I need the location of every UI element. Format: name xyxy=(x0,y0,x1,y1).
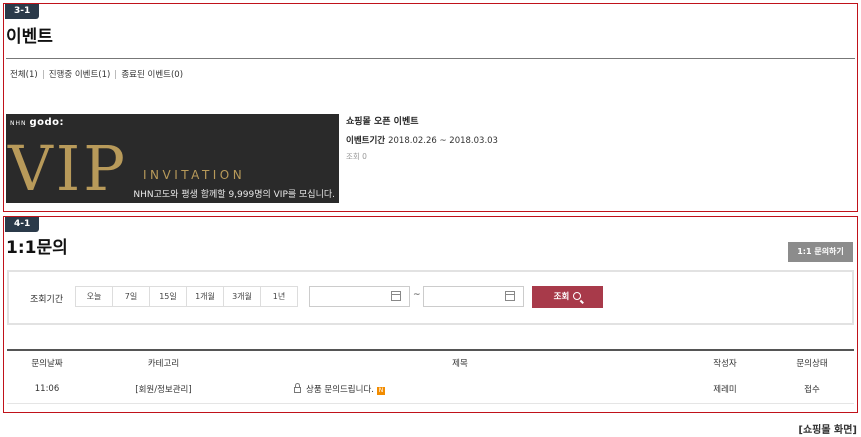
event-views: 조회 0 xyxy=(346,152,367,161)
title-divider xyxy=(6,58,855,59)
row-category: [회원/정보관리] xyxy=(135,384,192,395)
search-panel: 조회기간 오늘 7일 15일 1개월 3개월 1년 ~ 조회 xyxy=(7,270,854,325)
filter-ended[interactable]: 종료된 이벤트(0) xyxy=(121,68,183,80)
search-period-label: 조회기간 xyxy=(30,295,64,305)
calendar-icon[interactable] xyxy=(505,291,515,301)
filter-all[interactable]: 전체(1) xyxy=(10,68,38,80)
brand-logo: NHN godo: xyxy=(10,117,65,128)
period-1m-button[interactable]: 1개월 xyxy=(186,286,224,307)
banner-invitation-text: INVITATION xyxy=(143,168,246,182)
filter-separator xyxy=(42,69,44,79)
event-section: 3-1 이벤트 전체(1) 진행중 이벤트(1) 종료된 이벤트(0) NHN g… xyxy=(3,3,858,212)
header-date: 문의날짜 xyxy=(31,358,63,369)
section-badge: 4-1 xyxy=(5,217,40,232)
row-status: 접수 xyxy=(804,384,820,395)
period-buttons: 오늘 7일 15일 1개월 3개월 1년 xyxy=(75,286,298,307)
calendar-icon[interactable] xyxy=(391,291,401,301)
date-to-input[interactable] xyxy=(423,286,524,307)
banner-vip-text: VIP xyxy=(8,132,128,204)
search-icon xyxy=(573,292,582,300)
header-status: 문의상태 xyxy=(796,358,828,369)
event-period: 이벤트기간 2018.02.26 ~ 2018.03.03 xyxy=(346,134,498,146)
inquiry-table: 문의날짜 카테고리 제목 작성자 문의상태 11:06 [회원/정보관리] 상품… xyxy=(7,349,854,404)
header-author: 작성자 xyxy=(713,358,737,369)
event-filters: 전체(1) 진행중 이벤트(1) 종료된 이벤트(0) xyxy=(10,68,183,80)
row-title-cell: 상품 문의드립니다. N xyxy=(240,382,680,395)
row-title-link[interactable]: 상품 문의드립니다. xyxy=(306,385,374,395)
inquiry-section: 4-1 1:1문의 1:1 문의하기 조회기간 오늘 7일 15일 1개월 3개… xyxy=(3,216,858,413)
row-date: 11:06 xyxy=(34,383,60,394)
lock-icon xyxy=(294,382,301,393)
date-from-input[interactable] xyxy=(309,286,410,307)
event-banner-image[interactable]: NHN godo: VIP INVITATION NHN고도와 평생 함께할 9,… xyxy=(6,114,339,203)
event-period-value: 2018.02.26 ~ 2018.03.03 xyxy=(388,136,498,146)
row-author: 제레미 xyxy=(713,384,737,395)
banner-copy: NHN고도와 평생 함께할 9,999명의 VIP를 모십니다. xyxy=(133,190,335,200)
date-range-tilde: ~ xyxy=(413,290,421,300)
ask-inquiry-button[interactable]: 1:1 문의하기 xyxy=(788,242,853,262)
search-button[interactable]: 조회 xyxy=(532,286,603,308)
header-title: 제목 xyxy=(452,358,468,369)
period-7d-button[interactable]: 7일 xyxy=(112,286,150,307)
event-name-link[interactable]: 쇼핑몰 오픈 이벤트 xyxy=(346,114,498,127)
table-header: 문의날짜 카테고리 제목 작성자 문의상태 xyxy=(7,349,854,374)
event-info: 쇼핑몰 오픈 이벤트 이벤트기간 2018.02.26 ~ 2018.03.03 … xyxy=(346,114,498,162)
period-1y-button[interactable]: 1년 xyxy=(260,286,298,307)
page-title: 이벤트 xyxy=(6,27,53,47)
page-title: 1:1문의 xyxy=(6,238,68,258)
header-category: 카테고리 xyxy=(147,358,180,369)
filter-ongoing[interactable]: 진행중 이벤트(1) xyxy=(49,68,111,80)
filter-separator xyxy=(115,69,117,79)
new-icon: N xyxy=(376,386,385,395)
section-badge: 3-1 xyxy=(5,4,40,19)
table-row[interactable]: 11:06 [회원/정보관리] 상품 문의드립니다. N 제레미 접수 xyxy=(7,374,854,404)
period-15d-button[interactable]: 15일 xyxy=(149,286,187,307)
period-3m-button[interactable]: 3개월 xyxy=(223,286,261,307)
period-today-button[interactable]: 오늘 xyxy=(75,286,113,307)
event-period-label: 이벤트기간 xyxy=(346,136,386,146)
screen-caption: [쇼핑몰 화면] xyxy=(798,425,857,436)
